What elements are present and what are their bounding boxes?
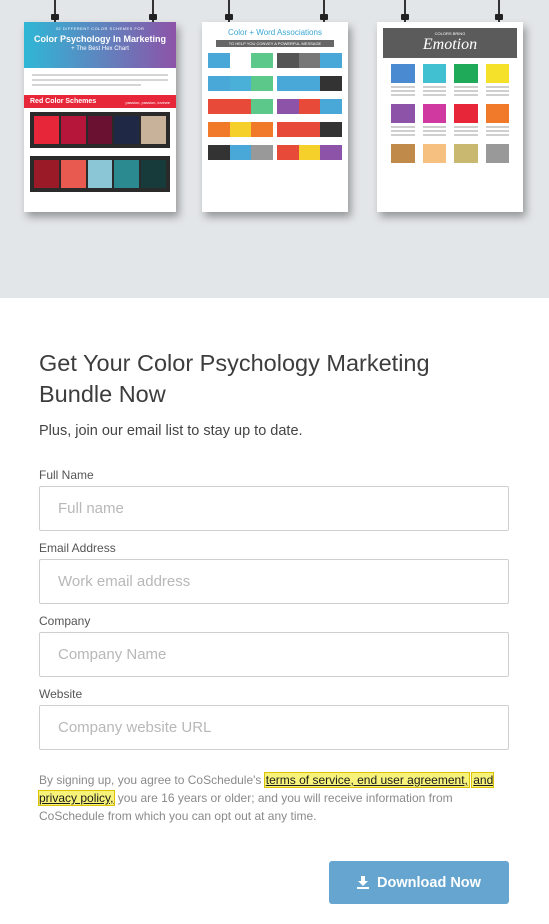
email-input[interactable]: [39, 559, 509, 604]
poster-header: COLORS BRING Emotion: [383, 28, 517, 58]
poster-kicker: COLORS BRING: [434, 31, 466, 36]
poster-body-text: [391, 86, 509, 98]
website-input[interactable]: [39, 705, 509, 750]
website-label: Website: [39, 687, 83, 701]
download-now-button[interactable]: Download Now: [329, 861, 509, 904]
poster-swatch-row: [391, 64, 509, 83]
email-label: Email Address: [39, 541, 116, 555]
page-title: Get Your Color Psychology Marketing Bund…: [39, 350, 430, 407]
poster-bar-row: [208, 53, 343, 68]
full-name-label: Full Name: [39, 468, 94, 482]
poster-color-psychology: 32 DIFFERENT COLOR SCHEMES FOR Color Psy…: [24, 22, 176, 212]
terms-link[interactable]: terms of service, end user agreement,: [263, 772, 470, 788]
pin-icon: [320, 0, 328, 22]
poster-title: Color + Word Associations: [228, 28, 322, 37]
full-name-input[interactable]: [39, 486, 509, 531]
poster-word-associations: Color + Word Associations TO HELP YOU CO…: [202, 22, 348, 212]
poster-emotion: COLORS BRING Emotion: [377, 22, 523, 212]
pin-icon: [495, 0, 503, 22]
poster-swatch-row: [391, 104, 509, 123]
pin-icon: [401, 0, 409, 22]
poster-subtitle: TO HELP YOU CONVEY A POWERFUL MESSAGE: [216, 40, 334, 47]
poster-bar-row: [208, 122, 343, 137]
pin-icon: [51, 0, 59, 22]
poster-title: Color Psychology In Marketing: [33, 34, 167, 44]
company-label: Company: [39, 614, 91, 628]
poster-body-text: [24, 68, 176, 95]
poster-section-bar: Red Color Schemes passion, passion, love…: [24, 95, 176, 108]
poster-title: Emotion: [422, 36, 478, 53]
pin-icon: [149, 0, 157, 22]
poster-section-tags: passion, passion, lovewe: [125, 100, 170, 105]
hero-image: 32 DIFFERENT COLOR SCHEMES FOR Color Psy…: [0, 0, 549, 298]
company-input[interactable]: [39, 632, 509, 677]
page-subtitle: Plus, join our email list to stay up to …: [39, 423, 303, 439]
poster-swatch-row: [391, 144, 509, 163]
poster-bar-row: [208, 76, 343, 91]
poster-header: 32 DIFFERENT COLOR SCHEMES FOR Color Psy…: [24, 22, 176, 68]
poster-swatch-row: [30, 156, 170, 192]
poster-body-text: [391, 126, 509, 138]
poster-subtitle: + The Best Hex Chart: [71, 46, 129, 52]
legal-text-before: By signing up, you agree to CoSchedule's: [39, 773, 265, 787]
poster-swatch-row: [30, 112, 170, 148]
poster-section-title: Red Color Schemes: [30, 98, 97, 105]
poster-bar-row: [208, 99, 343, 114]
poster-kicker: 32 DIFFERENT COLOR SCHEMES FOR: [55, 26, 145, 31]
legal-notice: By signing up, you agree to CoSchedule's…: [37, 771, 509, 825]
pin-icon: [225, 0, 233, 22]
poster-bar-row: [208, 145, 343, 160]
download-icon: [357, 876, 370, 889]
download-button-label: Download Now: [377, 874, 481, 891]
